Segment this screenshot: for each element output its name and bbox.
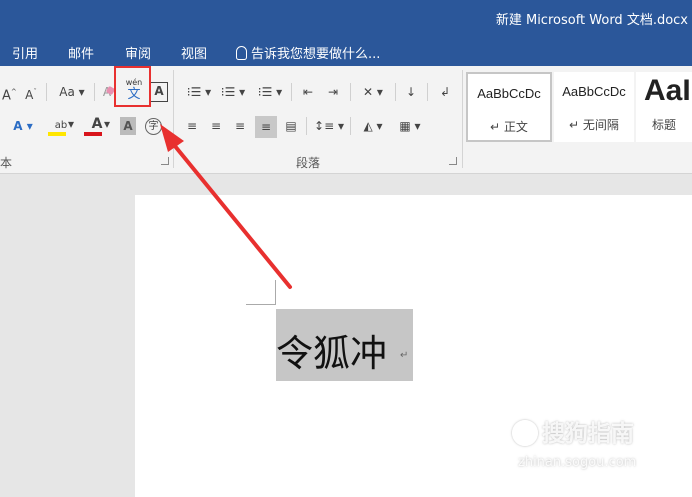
annotation-arrow — [160, 124, 292, 289]
